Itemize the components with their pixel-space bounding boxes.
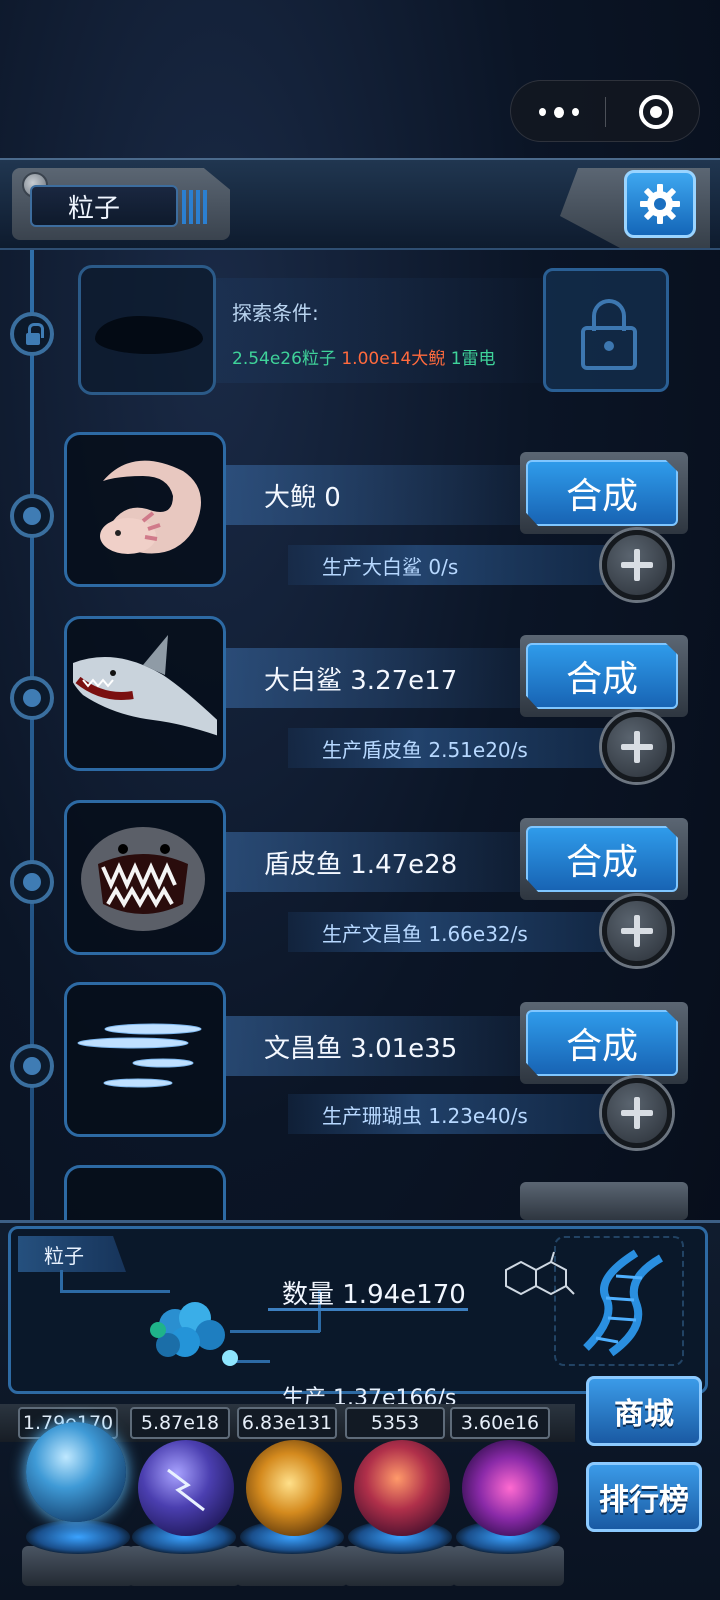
creature-card-dunkleosteus[interactable]	[64, 800, 226, 955]
mini-program-capsule	[510, 80, 700, 142]
fire-orb-icon[interactable]	[246, 1440, 342, 1536]
stat-brain: 5353	[345, 1407, 445, 1439]
rail-node-icon	[10, 1044, 54, 1088]
synthesize-label: 合成	[565, 659, 638, 700]
requirement-salamander: 1.00e14大鲵	[341, 349, 446, 369]
lightning-bolt	[167, 1468, 205, 1512]
creature-name-bar: 盾皮鱼 1.47e28	[226, 832, 526, 892]
creature-card-shark[interactable]	[64, 616, 226, 771]
lancelet-icon	[77, 1023, 202, 1088]
capsule-divider	[605, 97, 606, 127]
dna-frame	[554, 1236, 684, 1366]
creature-production-bar: 生产文昌鱼 1.66e32/s	[288, 912, 608, 952]
creature-name: 大白鲨 3.27e17	[264, 665, 458, 696]
gear-icon	[640, 184, 680, 224]
shark-icon	[73, 635, 217, 736]
creature-name-bar: 大鲵 0	[226, 465, 526, 525]
salamander-icon	[100, 460, 201, 554]
creature-production: 生产珊瑚虫 1.23e40/s	[322, 1103, 528, 1128]
lightning-orb-icon[interactable]	[138, 1440, 234, 1536]
requirement-thunder: 1雷电	[450, 349, 496, 369]
stat-thunder: 5.87e18	[130, 1407, 230, 1439]
stat-vortex: 3.60e16	[450, 1407, 550, 1439]
synth-frame	[520, 1182, 688, 1220]
creature-production-bar: 生产盾皮鱼 2.51e20/s	[288, 728, 608, 768]
creature-name-bar: 大白鲨 3.27e17	[226, 648, 526, 708]
creature-name: 大鲵 0	[264, 482, 341, 513]
particle-orb-icon[interactable]	[26, 1422, 126, 1522]
target-icon[interactable]	[639, 95, 673, 129]
requirement-particle: 2.54e26粒子	[232, 349, 336, 369]
synthesize-label: 合成	[565, 1026, 638, 1067]
add-button[interactable]	[602, 530, 672, 600]
creature-card-coral[interactable]	[64, 1165, 226, 1220]
add-button[interactable]	[602, 896, 672, 966]
shop-label: 商城	[614, 1397, 674, 1432]
brain-orb-icon[interactable]	[354, 1440, 450, 1536]
lock-keyhole	[604, 341, 614, 351]
creature-card-salamander[interactable]	[64, 432, 226, 587]
amount-underline	[268, 1308, 468, 1311]
synthesize-label: 合成	[565, 842, 638, 883]
dna-icon	[583, 1249, 664, 1357]
resource-tab[interactable]: 粒子	[30, 185, 178, 227]
particle-cluster-icon	[150, 1302, 238, 1366]
rail-node-icon	[10, 494, 54, 538]
resource-tag-label: 粒子	[44, 1243, 84, 1268]
synthesize-button[interactable]: 合成	[526, 1010, 678, 1076]
synthesize-button[interactable]: 合成	[526, 826, 678, 892]
circuit-line	[230, 1330, 320, 1333]
rail-lock-icon	[10, 312, 54, 356]
resource-tag: 粒子	[18, 1236, 126, 1272]
synthesize-button[interactable]: 合成	[526, 643, 678, 709]
armored-fish-icon	[81, 827, 205, 931]
explore-condition-title: 探索条件:	[232, 301, 319, 325]
leaderboard-button[interactable]: 排行榜	[586, 1462, 702, 1532]
more-dots-icon[interactable]	[539, 103, 579, 121]
rail-node-icon	[10, 860, 54, 904]
creature-production: 生产文昌鱼 1.66e32/s	[322, 921, 528, 946]
shop-button[interactable]: 商城	[586, 1376, 702, 1446]
explore-requirements: 2.54e26粒子 1.00e14大鲵 1雷电	[232, 344, 496, 369]
creature-name-bar: 文昌鱼 3.01e35	[226, 1016, 526, 1076]
creature-production-bar: 生产珊瑚虫 1.23e40/s	[288, 1094, 608, 1134]
creature-production-bar: 生产大白鲨 0/s	[288, 545, 608, 585]
add-button[interactable]	[602, 712, 672, 782]
locked-creature-card	[78, 265, 216, 395]
resource-tab-label: 粒子	[68, 193, 121, 224]
synthesize-button[interactable]: 合成	[526, 460, 678, 526]
leaderboard-label: 排行榜	[599, 1483, 689, 1518]
header-stripes	[182, 190, 208, 224]
creature-silhouette-icon	[95, 316, 203, 354]
creature-card-lancelet[interactable]	[64, 982, 226, 1137]
settings-button[interactable]	[624, 170, 696, 238]
creature-name: 文昌鱼 3.01e35	[264, 1033, 458, 1064]
resource-amount: 数量 1.94e170	[282, 1280, 466, 1310]
add-button[interactable]	[602, 1078, 672, 1148]
orb-pad	[26, 1520, 130, 1554]
rail-node-icon	[10, 676, 54, 720]
circuit-line	[60, 1270, 63, 1292]
creature-name: 盾皮鱼 1.47e28	[264, 849, 458, 880]
creature-production: 生产大白鲨 0/s	[322, 554, 459, 579]
creature-production: 生产盾皮鱼 2.51e20/s	[322, 737, 528, 762]
vortex-orb-icon[interactable]	[462, 1440, 558, 1536]
stat-fire: 6.83e131	[237, 1407, 337, 1439]
unlock-button[interactable]	[543, 268, 669, 392]
synthesize-label: 合成	[565, 476, 638, 517]
